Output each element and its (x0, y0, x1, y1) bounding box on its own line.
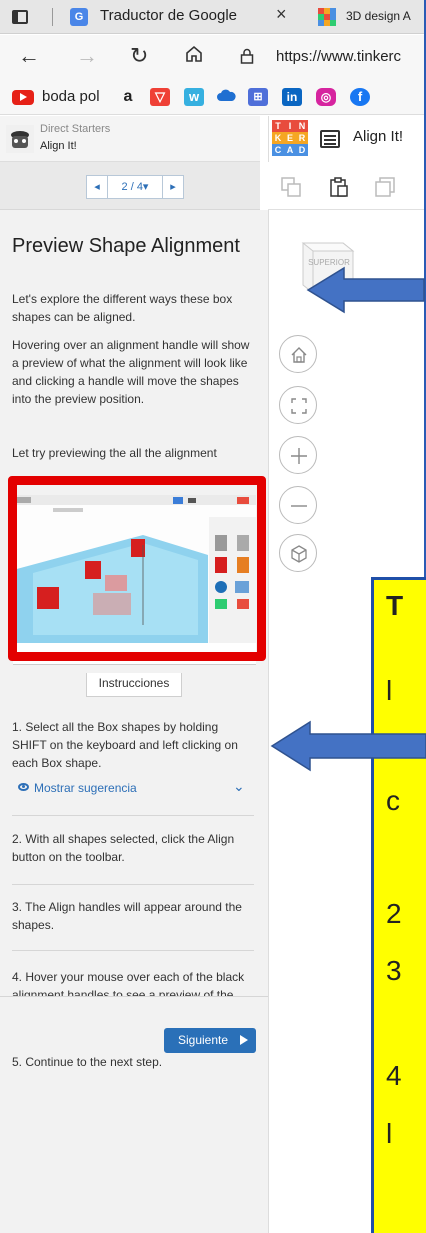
logo-letter: A (284, 144, 296, 156)
hover-paragraph: Hovering over an alignment handle will s… (12, 338, 250, 406)
pocket-icon[interactable]: ▽ (150, 88, 170, 106)
duplicate-icon[interactable] (374, 176, 396, 198)
eye-icon (18, 783, 29, 791)
callout-line: 2 (386, 898, 402, 929)
logo-letter: T (272, 120, 284, 132)
workspace-toolbar (268, 162, 426, 210)
linkedin-icon[interactable]: in (282, 88, 302, 106)
url-field[interactable]: https://www.tinkerc (240, 44, 426, 72)
tab-translate-title[interactable]: Traductor de Google (100, 7, 237, 24)
tinkercad-logo[interactable]: T I N K E R C A D (272, 120, 308, 156)
address-bar: ← → ↻ https://www.tinkerc (0, 35, 426, 79)
youtube-icon[interactable] (12, 90, 34, 105)
next-button[interactable]: Siguiente (164, 1028, 256, 1053)
logo-letter: E (284, 132, 296, 144)
show-hint-toggle[interactable]: Mostrar sugerencia ⌄ (12, 778, 254, 798)
logo-letter: K (272, 132, 284, 144)
step-divider (12, 815, 254, 816)
logo-letter: C (272, 144, 284, 156)
lesson-pager-row: ◂ 2 / 4▾ ▸ (0, 162, 260, 210)
step-2: 2. With all shapes selected, click the A… (12, 832, 235, 864)
tinkercad-tab-icon (318, 8, 336, 26)
next-button-label: Siguiente (178, 1033, 229, 1047)
yellow-callout: T l 1 c 2 3 4 l (371, 577, 426, 1233)
step-1: 1. Select all the Box shapes by holding … (12, 720, 238, 770)
lesson-header: Direct Starters Align It! (0, 116, 260, 162)
bookmark-w-icon[interactable]: w (184, 88, 204, 106)
fit-view-icon (291, 398, 307, 414)
step-selector[interactable]: 2 / 4▾ (107, 176, 163, 198)
google-translate-icon: G (70, 8, 88, 26)
lesson-panel: Preview Shape Alignment Let's explore th… (0, 210, 268, 1233)
cube-icon (291, 545, 307, 563)
browser-tab-bar: G Traductor de Google × 3D design A (0, 0, 426, 34)
logo-letter: R (296, 132, 308, 144)
lesson-pager: ◂ 2 / 4▾ ▸ (86, 175, 184, 199)
home-view-icon (291, 347, 307, 363)
callout-line: 4 (386, 1060, 402, 1091)
minus-icon (291, 505, 307, 507)
hint-label: Mostrar sugerencia (34, 781, 137, 795)
callout-line: l (386, 1118, 393, 1149)
plus-icon (291, 448, 307, 464)
tab-close-icon[interactable]: × (276, 4, 287, 25)
url-text: https://www.tinkerc (276, 48, 402, 65)
callout-line: c (386, 785, 400, 816)
amazon-icon[interactable]: a (118, 88, 138, 106)
back-icon[interactable]: ← (18, 43, 40, 69)
design-list-icon[interactable] (320, 130, 340, 148)
forward-icon[interactable]: → (76, 43, 98, 69)
next-step-arrow-button[interactable]: ▸ (163, 176, 183, 198)
course-name: Direct Starters (40, 123, 111, 135)
arrow-to-steps (270, 720, 426, 772)
options-paragraph: Let try previewing the all the alignment… (12, 446, 217, 460)
highlight-frame (8, 476, 266, 661)
callout-line: 3 (386, 955, 402, 986)
instagram-icon[interactable]: ◎ (316, 88, 336, 106)
step-3: 3. The Align handles will appear around … (12, 900, 242, 932)
perspective-button[interactable] (279, 534, 317, 572)
panel-divider (268, 116, 269, 1233)
lesson-title: Preview Shape Alignment (12, 235, 240, 257)
fit-view-button[interactable] (279, 386, 317, 424)
home-view-button[interactable] (279, 335, 317, 373)
logo-letter: D (296, 144, 308, 156)
instructions-tab[interactable]: Instrucciones (86, 673, 182, 697)
cloud-icon[interactable] (216, 88, 236, 106)
lock-icon (240, 48, 254, 64)
logo-letter: N (296, 120, 308, 132)
design-title[interactable]: Align It! (353, 128, 403, 145)
step-divider (12, 950, 254, 951)
play-arrow-icon (240, 1035, 248, 1045)
avatar (6, 125, 34, 153)
copy-icon[interactable] (280, 176, 302, 198)
zoom-in-button[interactable] (279, 436, 317, 474)
bookmark-boda-pol[interactable]: boda pol (42, 88, 100, 105)
bookmarks-bar: boda pol a ▽ w ⊞ in ◎ f (0, 79, 426, 115)
lesson-footer: Siguiente (0, 996, 268, 1056)
paste-icon[interactable] (328, 176, 350, 198)
intro-paragraph: Let's explore the different ways these b… (12, 292, 233, 324)
tab-actions-icon[interactable] (12, 10, 28, 24)
callout-line: T (386, 590, 404, 621)
tab-tinkercad-title[interactable]: 3D design A (346, 9, 411, 23)
tab-separator (52, 8, 53, 26)
bookmark-grid-icon[interactable]: ⊞ (248, 88, 268, 106)
lesson-name: Align It! (40, 140, 77, 152)
home-icon[interactable] (184, 44, 204, 70)
step-divider (12, 884, 254, 885)
zoom-out-button[interactable] (279, 486, 317, 524)
reload-icon[interactable]: ↻ (130, 43, 148, 69)
chevron-down-icon[interactable]: ⌄ (233, 778, 245, 795)
prev-step-button[interactable]: ◂ (87, 176, 107, 198)
arrow-to-viewcube (306, 266, 425, 314)
callout-line: l (386, 675, 393, 706)
logo-letter: I (284, 120, 296, 132)
facebook-icon[interactable]: f (350, 88, 370, 106)
